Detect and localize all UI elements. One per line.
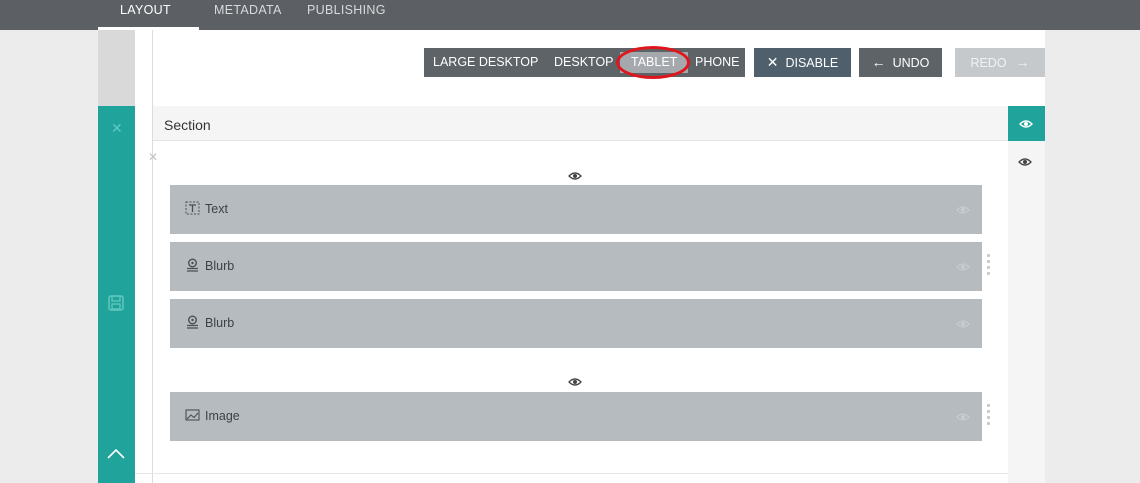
- module-label: Blurb: [205, 316, 235, 330]
- top-nav: LAYOUT METADATA PUBLISHING: [0, 0, 1140, 30]
- row-drag-handle[interactable]: [987, 404, 990, 428]
- module-label: Image: [205, 409, 240, 423]
- arrow-right-icon: →: [1015, 54, 1030, 70]
- module-eye-icon[interactable]: [956, 203, 970, 221]
- row-drag-handle[interactable]: [987, 254, 990, 278]
- close-section-icon[interactable]: ✕: [111, 120, 123, 137]
- module-label: Blurb: [205, 259, 235, 273]
- undo-button-label: UNDO: [892, 56, 930, 70]
- device-tablet-button[interactable]: TABLET: [620, 52, 689, 73]
- redo-button[interactable]: REDO →: [955, 48, 1045, 77]
- device-switcher: LARGE DESKTOP DESKTOP TABLET PHONE: [424, 48, 745, 77]
- redo-button-label: REDO: [970, 56, 1007, 70]
- column-eye-icon[interactable]: [568, 375, 582, 393]
- disable-button-label: DISABLE: [785, 56, 839, 70]
- text-icon: [185, 201, 200, 220]
- section-visibility-toggle[interactable]: [1008, 106, 1045, 141]
- eye-icon: [1019, 117, 1033, 135]
- divider-line: [152, 30, 153, 483]
- undo-button[interactable]: ← UNDO: [859, 48, 942, 77]
- module-blurb[interactable]: Blurb: [170, 242, 982, 291]
- section-title: Section: [164, 117, 211, 133]
- blurb-icon: [185, 315, 200, 334]
- module-image[interactable]: Image: [170, 392, 982, 441]
- right-gutter: [1008, 141, 1045, 483]
- tab-metadata[interactable]: METADATA: [214, 0, 282, 30]
- page-builder: LAYOUT METADATA PUBLISHING LARGE DESKTOP…: [0, 0, 1140, 483]
- module-eye-icon[interactable]: [956, 410, 970, 428]
- device-large-desktop-button[interactable]: LARGE DESKTOP: [433, 48, 538, 77]
- section-sidebar: ✕: [98, 106, 135, 483]
- device-phone-button[interactable]: PHONE: [695, 48, 739, 77]
- module-eye-icon[interactable]: [956, 260, 970, 278]
- left-gutter-top: [98, 30, 135, 106]
- device-desktop-button[interactable]: DESKTOP: [554, 48, 614, 77]
- tab-layout[interactable]: LAYOUT: [120, 0, 171, 30]
- disable-button[interactable]: ✕ DISABLE: [754, 48, 851, 77]
- section-header[interactable]: Section: [153, 106, 1008, 141]
- image-icon: [185, 408, 200, 427]
- module-label: Text: [205, 202, 228, 216]
- module-text[interactable]: Text: [170, 185, 982, 234]
- row-bottom-border: [135, 473, 1008, 474]
- row-visibility-eye-icon[interactable]: [1018, 155, 1032, 173]
- tab-publishing[interactable]: PUBLISHING: [307, 0, 386, 30]
- arrow-left-icon: ←: [871, 54, 886, 70]
- chevron-up-icon[interactable]: [106, 446, 126, 464]
- module-blurb[interactable]: Blurb: [170, 299, 982, 348]
- close-row-icon[interactable]: ✕: [148, 150, 158, 164]
- blurb-icon: [185, 258, 200, 277]
- module-eye-icon[interactable]: [956, 317, 970, 335]
- save-icon[interactable]: [107, 294, 125, 317]
- close-icon: ✕: [766, 54, 779, 70]
